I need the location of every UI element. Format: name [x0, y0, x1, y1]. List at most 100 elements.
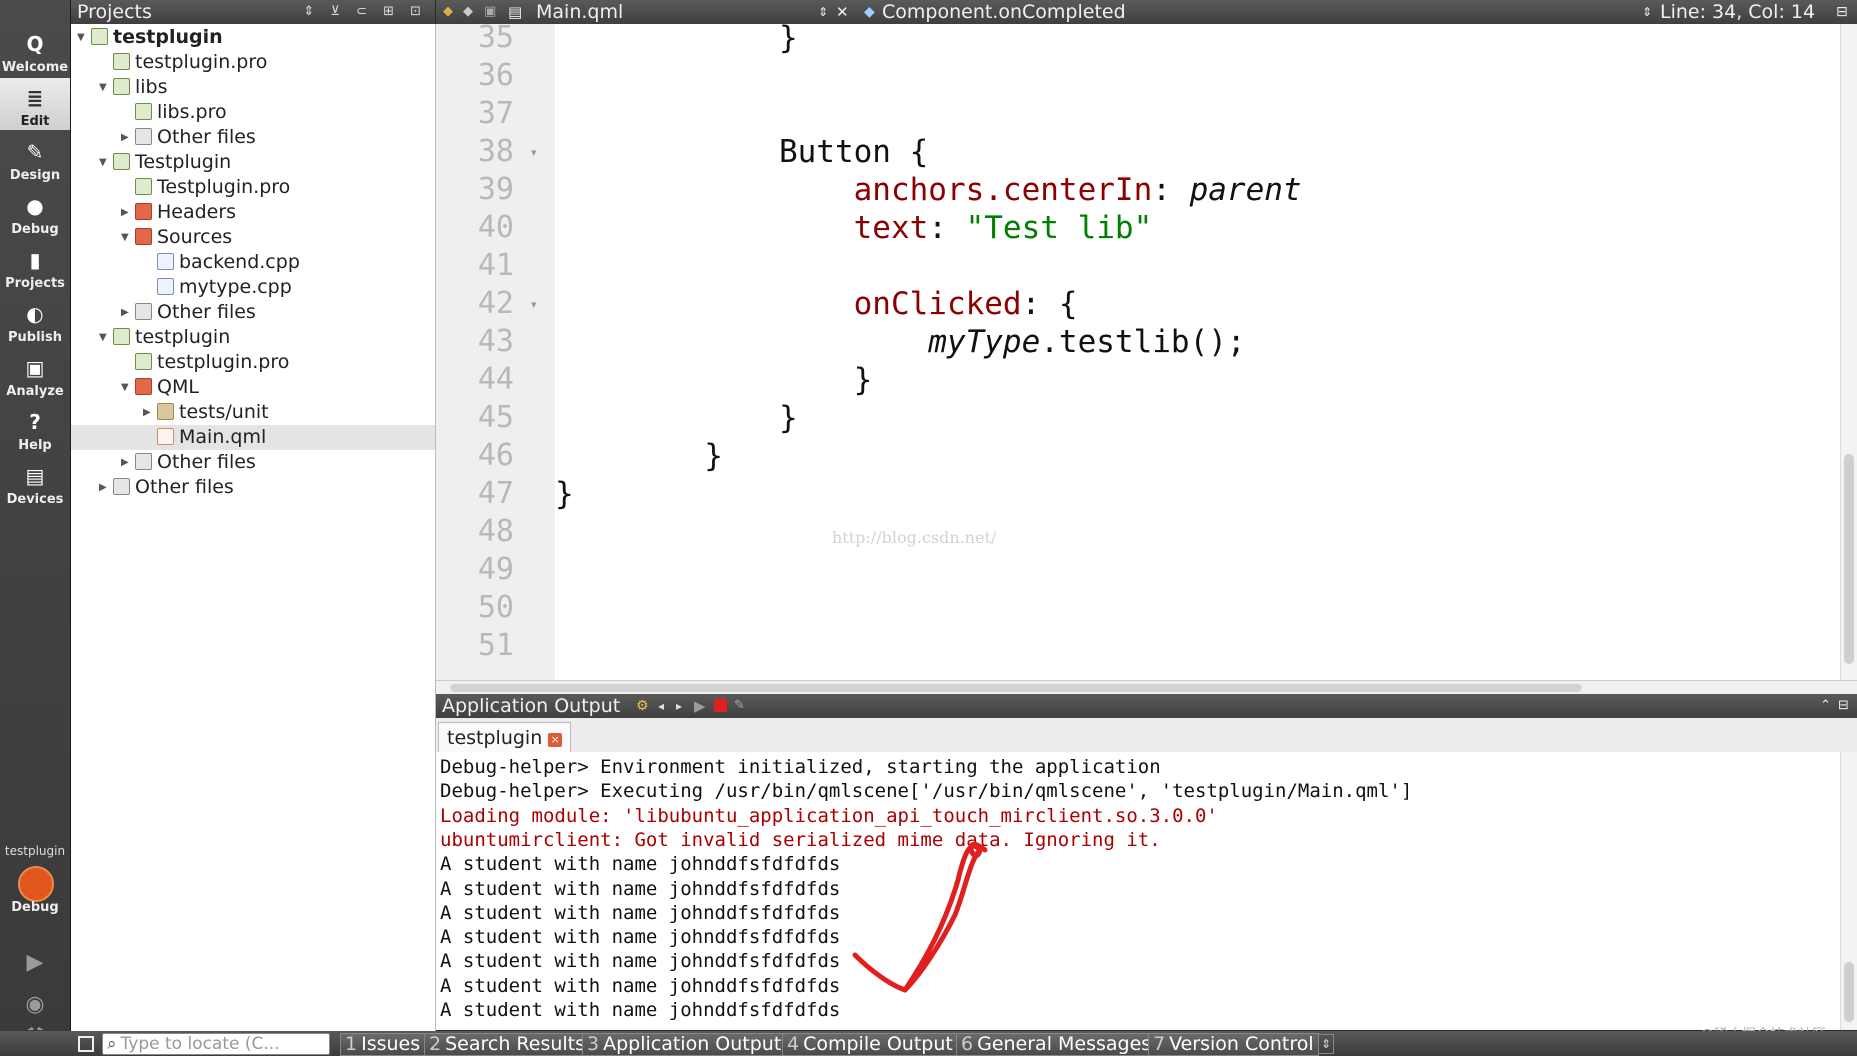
- project-tree-item[interactable]: ▶ Other files: [71, 125, 256, 150]
- output-pane-tab[interactable]: 2 Search Results: [424, 1033, 591, 1056]
- project-tree-item[interactable]: ▶ tests/unit: [71, 400, 269, 425]
- project-tree-item[interactable]: Testplugin.pro: [71, 175, 290, 200]
- code-token: parent: [1189, 172, 1302, 208]
- debug-run-button[interactable]: ◉: [22, 992, 48, 1018]
- project-tree-item[interactable]: ▼ libs: [71, 75, 168, 100]
- project-tree-item[interactable]: testplugin.pro: [71, 350, 289, 375]
- symbol-combo-arrow-icon[interactable]: ⇕: [1642, 0, 1652, 24]
- project-tree-item[interactable]: backend.cpp: [71, 250, 300, 275]
- mode-debug[interactable]: ● Debug: [0, 186, 70, 238]
- mode-welcome[interactable]: Q Welcome: [0, 24, 70, 76]
- editor-vertical-scrollbar[interactable]: [1840, 24, 1857, 680]
- project-tree-item[interactable]: ▼ Testplugin: [71, 150, 231, 175]
- project-tree[interactable]: ▼ testplugin testplugin.pro ▼ libs libs.pro ▶ O…: [71, 24, 436, 1031]
- more-panes-icon[interactable]: ⇕: [1318, 1034, 1334, 1054]
- expanded-arrow-icon[interactable]: ▼: [99, 75, 113, 100]
- close-tab-icon[interactable]: ×: [548, 733, 563, 747]
- collapsed-arrow-icon[interactable]: ▶: [99, 475, 113, 500]
- toggle-sidebar-icon[interactable]: [78, 1036, 94, 1052]
- editor-horizontal-scrollbar[interactable]: [436, 680, 1857, 695]
- mode-publish[interactable]: ◐ Publish: [0, 294, 70, 346]
- collapsed-arrow-icon[interactable]: ▶: [121, 300, 135, 325]
- symbol-combo[interactable]: Component.onCompleted: [882, 0, 1126, 24]
- project-tree-label: Other files: [157, 126, 256, 148]
- maximize-pane-icon[interactable]: ⌃: [1820, 694, 1831, 718]
- collapsed-arrow-icon[interactable]: ▶: [121, 200, 135, 225]
- project-tree-label: Headers: [157, 201, 237, 223]
- file-combo-arrow-icon[interactable]: ⇕: [818, 0, 828, 24]
- project-tree-item[interactable]: ▶ Other files: [71, 475, 234, 500]
- locator-input[interactable]: ⌕ Type to locate (C...: [102, 1033, 330, 1055]
- output-tab-testplugin[interactable]: testplugin ×: [438, 722, 572, 753]
- mode-edit[interactable]: ≣ Edit: [0, 78, 70, 130]
- next-item-icon[interactable]: ▸: [676, 694, 682, 718]
- rerun-icon[interactable]: ▶: [694, 694, 706, 718]
- fold-marker-icon[interactable]: ▾: [531, 298, 537, 311]
- project-tree-item[interactable]: libs.pro: [71, 100, 227, 125]
- code-token: Button {: [555, 134, 929, 170]
- mode-devices[interactable]: ▤ Devices: [0, 456, 70, 508]
- line-number: 47: [477, 476, 514, 511]
- project-tree-item[interactable]: Main.qml: [71, 425, 435, 450]
- output-pane-tab[interactable]: 1 Issues: [340, 1033, 426, 1056]
- project-tree-item[interactable]: ▶ Other files: [71, 300, 256, 325]
- output-pane-tab[interactable]: 3 Application Output: [582, 1033, 787, 1056]
- output-line: A student with name johnddfsfdfdfds: [440, 999, 841, 1021]
- project-tree-item[interactable]: ▶ Headers: [71, 200, 236, 225]
- fold-marker-icon[interactable]: ▾: [531, 146, 537, 159]
- attach-icon[interactable]: ⚙: [636, 694, 649, 718]
- proj-file-icon: [135, 103, 152, 120]
- open-file-combo[interactable]: Main.qml: [536, 0, 623, 24]
- monitor-icon: ▣: [25, 356, 45, 380]
- project-tree-item[interactable]: mytype.cpp: [71, 275, 292, 300]
- collapsed-arrow-icon[interactable]: ▶: [121, 125, 135, 150]
- project-tree-item[interactable]: ▼ Sources: [71, 225, 232, 250]
- split-editor-icon[interactable]: ⊟: [1836, 0, 1848, 24]
- code-token: }: [555, 400, 798, 436]
- build-hammer-icon[interactable]: ⚒: [22, 1024, 48, 1030]
- output-line: A student with name johnddfsfdfdfds: [440, 950, 841, 973]
- prev-item-icon[interactable]: ◂: [658, 694, 664, 718]
- output-pane-tab[interactable]: 7 Version Control: [1148, 1033, 1319, 1056]
- tab-label: Issues: [361, 1033, 421, 1055]
- stop-icon[interactable]: [714, 699, 727, 712]
- project-tree-item[interactable]: ▼ testplugin: [71, 25, 223, 50]
- expanded-arrow-icon[interactable]: ▼: [121, 375, 135, 400]
- collapsed-arrow-icon[interactable]: ▶: [121, 450, 135, 475]
- expanded-arrow-icon[interactable]: ▼: [121, 225, 135, 250]
- close-document-icon[interactable]: ✕: [836, 0, 849, 24]
- expanded-arrow-icon[interactable]: ▼: [99, 150, 113, 175]
- other-file-icon: [135, 453, 152, 470]
- output-console[interactable]: Debug-helper> Environment initialized, s…: [436, 752, 1840, 1030]
- clear-output-icon[interactable]: ✎: [734, 694, 745, 718]
- tab-number: 4: [787, 1033, 800, 1055]
- project-tree-item[interactable]: testplugin.pro: [71, 50, 267, 75]
- cursor-position[interactable]: Line: 34, Col: 14: [1660, 0, 1815, 24]
- output-line: A student with name johnddfsfdfdfds: [440, 877, 841, 900]
- collapsed-arrow-icon[interactable]: ▶: [143, 400, 157, 425]
- projects-panel-tools[interactable]: ⇕ ⊻ ⊂ ⊞ ⊡: [303, 0, 427, 24]
- output-vertical-scrollbar[interactable]: [1840, 752, 1857, 1030]
- mode-design[interactable]: ✎ Design: [0, 132, 70, 184]
- run-button[interactable]: ▶: [22, 950, 48, 976]
- mode-help[interactable]: ? Help: [0, 402, 70, 454]
- project-tree-item[interactable]: ▶ Other files: [71, 450, 256, 475]
- expanded-arrow-icon[interactable]: ▼: [77, 25, 91, 50]
- project-tree-item[interactable]: ▼ QML: [71, 375, 199, 400]
- code-editor[interactable]: } Button { anchors.centerIn: parent text…: [555, 24, 1840, 680]
- close-pane-icon[interactable]: ⊟: [1838, 694, 1849, 718]
- mode-projects[interactable]: ▮ Projects: [0, 240, 70, 292]
- wrench-icon: ▮: [29, 248, 41, 272]
- project-tree-item[interactable]: ▼ testplugin: [71, 325, 230, 350]
- output-pane-tab[interactable]: 4 Compile Output: [782, 1033, 958, 1056]
- tab-number: 6: [961, 1033, 974, 1055]
- expanded-arrow-icon[interactable]: ▼: [99, 325, 113, 350]
- tab-number: 3: [587, 1033, 600, 1055]
- locator-placeholder: Type to locate (C...: [120, 1034, 280, 1054]
- tab-label: Application Output: [603, 1033, 782, 1055]
- line-number: 49: [477, 552, 514, 587]
- mode-label: Design: [9, 168, 61, 183]
- output-pane-tab[interactable]: 6 General Messages: [956, 1033, 1157, 1056]
- line-number: 36: [477, 58, 514, 93]
- mode-analyze[interactable]: ▣ Analyze: [0, 348, 70, 400]
